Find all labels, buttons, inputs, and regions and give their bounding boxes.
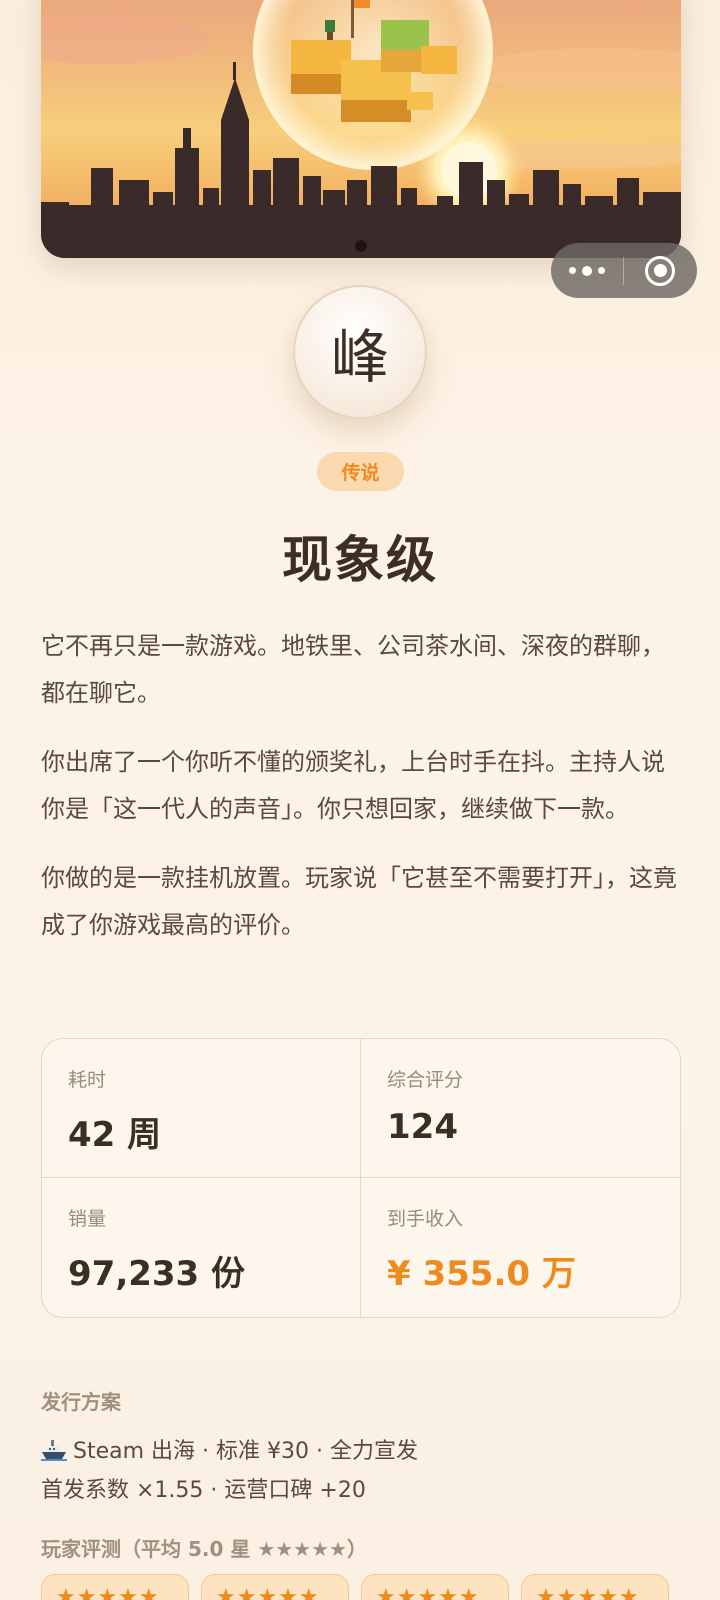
release-coefficient-line: 首发系数 ×1.55 · 运营口碑 +20 bbox=[41, 1478, 366, 1503]
stat-duration: 耗时 42 周 bbox=[42, 1039, 361, 1178]
review-chip[interactable]: ★★★★★ bbox=[201, 1574, 349, 1600]
review-chip[interactable]: ★★★★★ bbox=[521, 1574, 669, 1600]
miniprogram-capsule bbox=[551, 243, 697, 298]
reviews-heading: 玩家评测（平均 5.0 星 ★★★★★） bbox=[41, 1537, 367, 1561]
ship-icon bbox=[41, 1440, 67, 1461]
story-paragraph: 你出席了一个你听不懂的颁奖礼，上台时手在抖。主持人说你是「这一代人的声音」。你只… bbox=[41, 748, 665, 823]
stat-label: 销量 bbox=[68, 1208, 107, 1230]
review-chip[interactable]: ★★★★★ bbox=[41, 1574, 189, 1600]
rank-badge: 传说 bbox=[317, 452, 404, 491]
stat-label: 综合评分 bbox=[387, 1069, 464, 1091]
stat-label: 到手收入 bbox=[387, 1208, 464, 1230]
stats-grid: 耗时 42 周 综合评分 124 销量 97,233 份 到手收入 ¥ 355.… bbox=[41, 1038, 681, 1318]
stat-sales: 销量 97,233 份 bbox=[42, 1178, 361, 1317]
stat-label: 耗时 bbox=[68, 1069, 107, 1091]
review-chip[interactable]: ★★★★★ bbox=[361, 1574, 509, 1600]
release-plan-text: Steam 出海 · 标准 ¥30 · 全力宣发 bbox=[73, 1439, 418, 1464]
record-target-icon[interactable] bbox=[624, 243, 696, 298]
story-paragraph: 它不再只是一款游戏。地铁里、公司茶水间、深夜的群聊，都在聊它。 bbox=[41, 632, 665, 707]
review-list: ★★★★★ ★★★★★ ★★★★★ ★★★★★ bbox=[41, 1574, 720, 1600]
more-dots-icon[interactable] bbox=[551, 243, 623, 298]
stat-value: 124 bbox=[387, 1107, 458, 1147]
release-plan-line: Steam 出海 · 标准 ¥30 · 全力宣发 bbox=[41, 1433, 418, 1465]
stat-value: ¥ 355.0 万 bbox=[387, 1254, 576, 1294]
stat-value: 97,233 份 bbox=[68, 1254, 246, 1294]
stat-score: 综合评分 124 bbox=[361, 1039, 680, 1178]
cover-illustration bbox=[41, 0, 681, 258]
cover-banner bbox=[41, 0, 681, 258]
stat-value: 42 周 bbox=[68, 1115, 162, 1155]
story-text: 它不再只是一款游戏。地铁里、公司茶水间、深夜的群聊，都在聊它。 你出席了一个你听… bbox=[41, 623, 681, 971]
release-plan-heading: 发行方案 bbox=[41, 1390, 121, 1414]
stat-income: 到手收入 ¥ 355.0 万 bbox=[361, 1178, 680, 1317]
result-title: 现象级 bbox=[282, 531, 438, 589]
developer-avatar: 峰 bbox=[293, 285, 427, 419]
story-paragraph: 你做的是一款挂机放置。玩家说「它甚至不需要打开」，这竟成了你游戏最高的评价。 bbox=[41, 864, 677, 939]
